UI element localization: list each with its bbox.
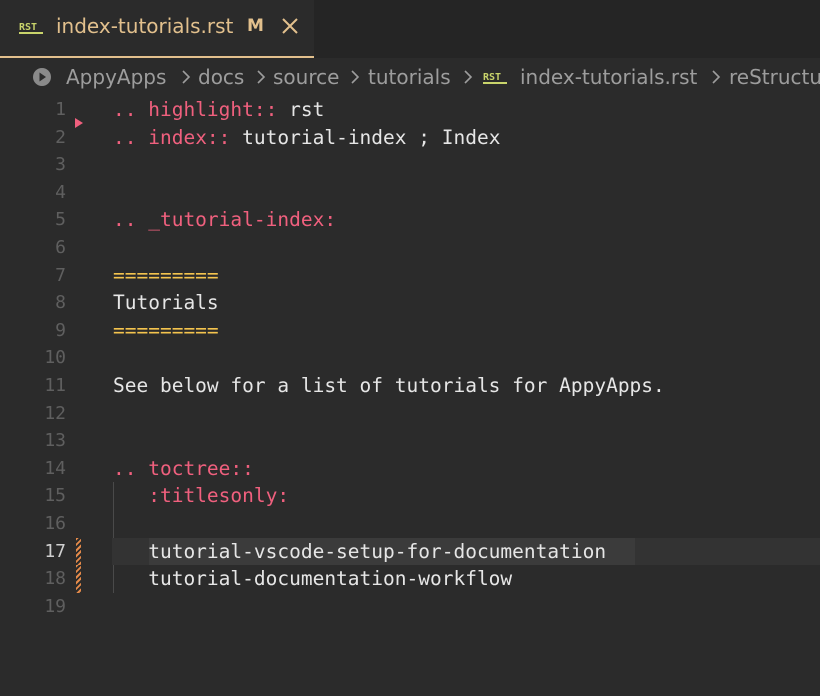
line-number: 12 — [44, 402, 66, 424]
line-number: 3 — [55, 154, 66, 176]
line-number: 5 — [55, 209, 66, 231]
line-number: 4 — [55, 181, 66, 203]
fold-arrow-icon[interactable] — [75, 113, 83, 132]
line-number: 16 — [44, 513, 66, 534]
code-token: Tutorials — [113, 291, 219, 315]
line-number: 6 — [55, 237, 66, 258]
line-number: 10 — [44, 347, 66, 369]
code-token: ========= — [113, 263, 219, 287]
code-line[interactable]: tutorial-documentation-workflow — [113, 565, 512, 593]
code-token: ========= — [113, 318, 219, 342]
code-token: .. — [113, 125, 149, 149]
breadcrumb: AppyApps docs source tutorials RST index… — [0, 58, 820, 96]
chevron-right-icon — [348, 68, 362, 86]
rst-file-icon: RST — [19, 19, 45, 41]
code-line[interactable]: ========= — [113, 262, 219, 290]
breadcrumb-tutorials[interactable]: tutorials — [368, 65, 451, 89]
code-token: :titlesonly: — [113, 484, 290, 508]
line-number: 17 — [44, 540, 66, 562]
code-line[interactable]: tutorial-vscode-setup-for-documentation — [113, 538, 606, 566]
line-number: 2 — [55, 126, 66, 148]
modified-indicator: M — [247, 16, 264, 36]
code-line[interactable]: See below for a list of tutorials for Ap… — [113, 372, 665, 400]
code-line[interactable]: .. highlight:: rst — [113, 96, 324, 124]
breadcrumb-source[interactable]: source — [273, 65, 339, 89]
line-number: 18 — [44, 568, 66, 590]
code-token: index:: — [148, 125, 231, 149]
svg-text:RST: RST — [19, 22, 37, 33]
tab-bar: RST index-tutorials.rst M — [0, 0, 820, 58]
modified-line-gutter-marker[interactable] — [76, 537, 81, 566]
breadcrumb-appyapps[interactable]: AppyApps — [66, 65, 166, 89]
code-token: .. — [113, 456, 149, 480]
chevron-right-icon — [709, 68, 723, 86]
code-editor[interactable]: 1.. highlight:: rst 2.. index:: tutorial-… — [0, 96, 820, 696]
tab-index-tutorials[interactable]: RST index-tutorials.rst M — [0, 0, 314, 58]
close-icon[interactable] — [279, 15, 301, 37]
code-line[interactable]: :titlesonly: — [113, 482, 289, 510]
code-token: .. — [113, 98, 149, 121]
line-number: 11 — [44, 375, 66, 396]
code-line[interactable]: .. toctree:: — [113, 455, 254, 483]
code-line[interactable]: Tutorials — [113, 289, 219, 317]
chevron-right-icon — [254, 68, 268, 86]
svg-text:RST: RST — [483, 72, 501, 83]
code-token: toctree:: — [148, 456, 254, 480]
code-line[interactable]: .. index:: tutorial-index ; Index — [113, 124, 500, 152]
code-token: highlight:: — [148, 98, 278, 121]
modified-line-gutter-marker[interactable] — [76, 565, 81, 593]
code-token: See below for a list of tutorials for Ap… — [113, 374, 665, 397]
code-token: rst — [277, 98, 325, 121]
line-number: 7 — [55, 264, 66, 286]
code-token: tutorial-index ; Index — [230, 125, 501, 149]
chevron-right-icon — [179, 68, 193, 86]
run-icon[interactable] — [32, 67, 52, 91]
line-number: 14 — [44, 457, 66, 479]
code-token: .. _tutorial-index: — [113, 208, 337, 232]
rst-file-icon: RST — [483, 69, 509, 91]
breadcrumb-docs[interactable]: docs — [198, 65, 244, 89]
line-number: 19 — [44, 595, 66, 617]
code-token: tutorial-vscode-setup-for-documentation — [113, 539, 607, 563]
line-number: 1 — [55, 99, 66, 120]
line-number: 9 — [55, 319, 66, 341]
line-number: 8 — [55, 292, 66, 314]
code-line[interactable]: .. _tutorial-index: — [113, 206, 336, 234]
chevron-right-icon — [461, 68, 475, 86]
line-number: 15 — [44, 485, 66, 507]
breadcrumb-file[interactable]: index-tutorials.rst — [520, 65, 697, 89]
code-line[interactable]: ========= — [113, 317, 219, 345]
breadcrumb-symbol[interactable]: reStructu — [729, 65, 820, 89]
code-token: tutorial-documentation-workflow — [113, 567, 513, 591]
line-number: 13 — [44, 430, 66, 452]
tab-title: index-tutorials.rst — [56, 14, 234, 38]
